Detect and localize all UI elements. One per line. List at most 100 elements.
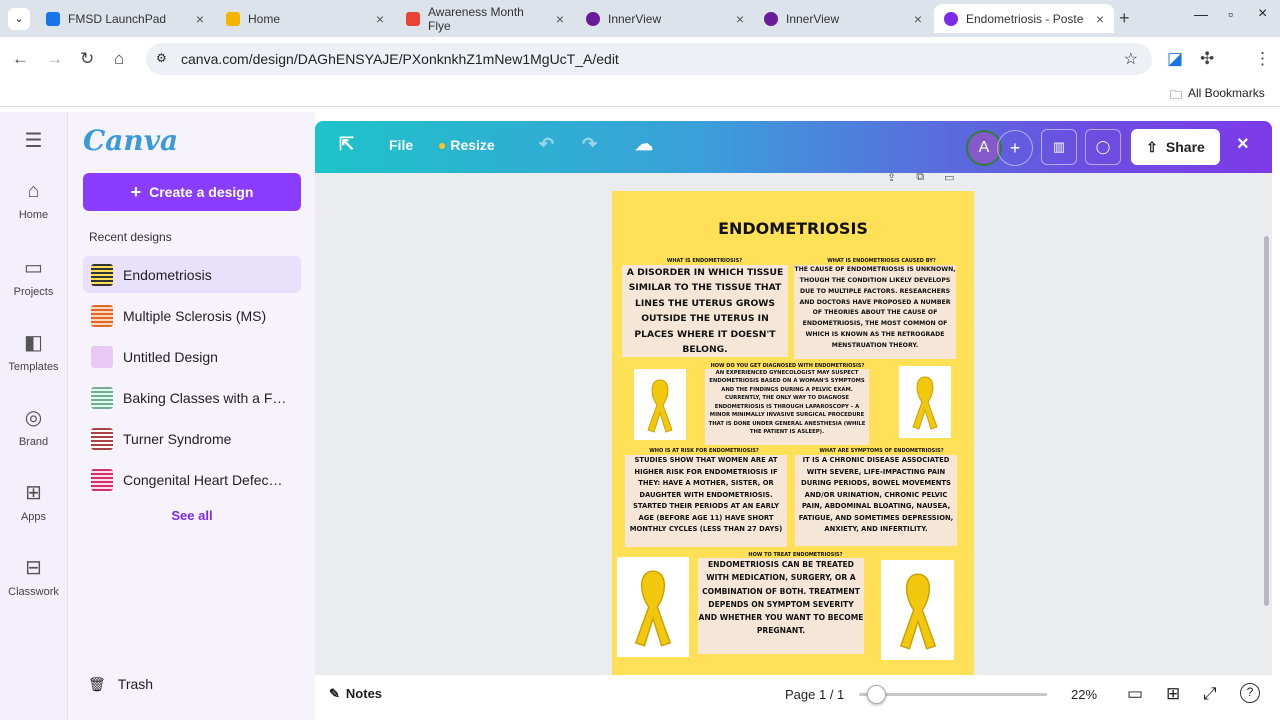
recent-design-item[interactable]: Turner Syndrome — [83, 420, 301, 457]
close-tab-icon[interactable]: × — [376, 11, 384, 27]
crown-icon: ● — [438, 137, 447, 153]
browser-tab[interactable]: Awareness Month Flye × — [396, 4, 574, 33]
see-all-link[interactable]: See all — [68, 508, 316, 523]
recent-design-item[interactable]: Baking Classes with a F… — [83, 379, 301, 416]
recent-design-item[interactable]: Endometriosis — [83, 256, 301, 293]
notes-button[interactable]: ✎ Notes — [329, 686, 382, 702]
all-bookmarks-label: All Bookmarks — [1188, 86, 1265, 100]
maximize-button[interactable]: ▫ — [1228, 6, 1233, 22]
question-heading: What is endometriosis? — [666, 258, 743, 264]
rail-label: Classwork — [8, 586, 59, 598]
tab-favicon-icon — [764, 11, 778, 26]
zoom-slider[interactable] — [859, 685, 1047, 704]
extensions-puzzle-icon[interactable]: ✣ — [1200, 49, 1214, 69]
rail-item-apps[interactable]: ⊞ Apps — [0, 480, 67, 523]
answer-box: An experienced gynecologist may suspect … — [705, 369, 869, 445]
cloud-save-icon[interactable]: ☁ — [635, 134, 653, 155]
home-icon[interactable]: ⌂ — [114, 49, 124, 69]
tab-title: InnerView — [786, 11, 840, 26]
browser-tab[interactable]: Home × — [216, 4, 394, 33]
recent-designs-heading: Recent designs — [89, 230, 172, 244]
site-info-icon[interactable]: ⚙ — [156, 51, 167, 65]
duplicate-page-icon[interactable]: ⧉ — [916, 171, 924, 184]
canva-nav-rail: ☰ ⌂ Home ▭ Projects ◧ Templates ◎ Brand ⊞ App… — [0, 112, 67, 720]
trash-icon: 🗑 — [88, 676, 106, 692]
tab-favicon-icon — [226, 11, 240, 26]
insights-button[interactable]: ▥ — [1041, 129, 1077, 165]
reload-icon[interactable]: ↻ — [80, 49, 94, 69]
add-collaborator-button[interactable]: + — [997, 130, 1033, 166]
share-button[interactable]: ⇧ Share — [1131, 129, 1220, 165]
rail-item-projects[interactable]: ▭ Projects — [0, 255, 67, 298]
awareness-ribbon-icon — [912, 376, 938, 430]
rail-item-classwork[interactable]: ⊟ Classwork — [0, 555, 67, 598]
export-icon[interactable]: ⇪ — [887, 171, 896, 184]
create-design-button[interactable]: + Create a design — [83, 173, 301, 211]
tab-title: InnerView — [608, 11, 662, 26]
question-heading: What are symptoms of endometriosis? — [819, 448, 944, 454]
zoom-level[interactable]: 22% — [1071, 687, 1097, 702]
rail-item-home[interactable]: ⌂ Home — [0, 180, 67, 221]
add-page-icon[interactable]: ▭ — [944, 171, 954, 184]
recent-design-item[interactable]: Multiple Sclerosis (MS) — [83, 297, 301, 334]
browser-tab[interactable]: InnerView × — [576, 4, 754, 33]
open-external-icon[interactable]: ⇱ — [339, 134, 354, 155]
design-title: Multiple Sclerosis (MS) — [123, 307, 267, 324]
rail-item-templates[interactable]: ◧ Templates — [0, 330, 67, 373]
design-title: Congenital Heart Defec… — [123, 471, 283, 488]
canva-logo[interactable]: Canva — [83, 124, 178, 157]
recent-design-item[interactable]: Untitled Design — [83, 338, 301, 375]
file-menu[interactable]: File — [389, 137, 413, 153]
menu-dots-icon[interactable]: ⋮ — [1254, 49, 1271, 69]
close-tab-icon[interactable]: × — [736, 11, 744, 27]
close-tab-icon[interactable]: × — [1096, 11, 1104, 27]
new-tab-button[interactable]: + — [1119, 8, 1130, 29]
rail-label: Home — [18, 209, 49, 221]
folder-icon: ▭ — [24, 257, 43, 279]
trash-button[interactable]: 🗑 Trash — [88, 676, 153, 693]
browser-tab-active[interactable]: Endometriosis - Poste × — [934, 4, 1114, 33]
fullscreen-icon[interactable]: ⤢ — [1203, 684, 1217, 704]
forward-icon[interactable]: → — [46, 49, 63, 69]
browser-tab[interactable]: FMSD LaunchPad × — [36, 4, 214, 33]
tab-favicon-icon — [944, 11, 958, 26]
zoom-slider-handle[interactable] — [866, 685, 886, 704]
poster-canvas[interactable]: Endometriosis What is endometriosis? A d… — [612, 191, 974, 675]
design-title: Endometriosis — [123, 266, 212, 283]
undo-icon[interactable]: ↶ — [539, 134, 554, 155]
tab-favicon-icon — [46, 11, 60, 26]
close-tab-icon[interactable]: × — [196, 11, 204, 27]
close-window-button[interactable]: × — [1258, 5, 1267, 23]
design-title: Baking Classes with a F… — [123, 389, 287, 406]
grid-view-icon[interactable]: ⊞ — [1166, 684, 1180, 704]
vertical-scrollbar[interactable] — [1264, 236, 1269, 606]
extension-icon[interactable]: ◪ — [1167, 49, 1183, 69]
ribbon-image — [634, 369, 686, 440]
redo-icon[interactable]: ↷ — [582, 134, 597, 155]
help-icon[interactable]: ? — [1240, 683, 1260, 703]
notes-label: Notes — [345, 686, 383, 701]
comments-button[interactable]: ◯ — [1085, 129, 1121, 165]
notes-icon: ✎ — [329, 686, 340, 701]
bookmark-star-icon[interactable]: ☆ — [1124, 49, 1138, 69]
page-indicator[interactable]: Page 1 / 1 — [785, 687, 844, 702]
browser-tab[interactable]: InnerView × — [754, 4, 932, 33]
menu-button[interactable]: ☰ — [0, 128, 67, 159]
recent-design-item[interactable]: Congenital Heart Defec… — [83, 461, 301, 498]
answer-box: A disorder in which tissue similar to th… — [622, 265, 788, 357]
rail-item-brand[interactable]: ◎ Brand — [0, 405, 67, 448]
tab-list-button[interactable]: ⌄ — [8, 8, 30, 30]
close-tab-icon[interactable]: × — [914, 11, 922, 27]
back-icon[interactable]: ← — [12, 49, 29, 69]
close-tab-icon[interactable]: × — [556, 11, 564, 27]
minimize-button[interactable]: — — [1194, 6, 1208, 22]
url-input[interactable]: ⚙ canva.com/design/DAGhENSYAJE/PXonknkhZ… — [146, 43, 1152, 75]
tab-title: FMSD LaunchPad — [68, 11, 167, 26]
classwork-icon: ⊟ — [25, 557, 42, 579]
all-bookmarks-button[interactable]: 🗀 All Bookmarks — [1170, 86, 1265, 107]
resize-button[interactable]: ● Resize — [438, 137, 495, 153]
page-view-icon[interactable]: ▭ — [1127, 684, 1143, 704]
apps-icon: ⊞ — [25, 482, 42, 504]
close-editor-icon[interactable]: × — [1237, 133, 1249, 156]
answer-box: It is a chronic disease associated with … — [795, 455, 957, 546]
